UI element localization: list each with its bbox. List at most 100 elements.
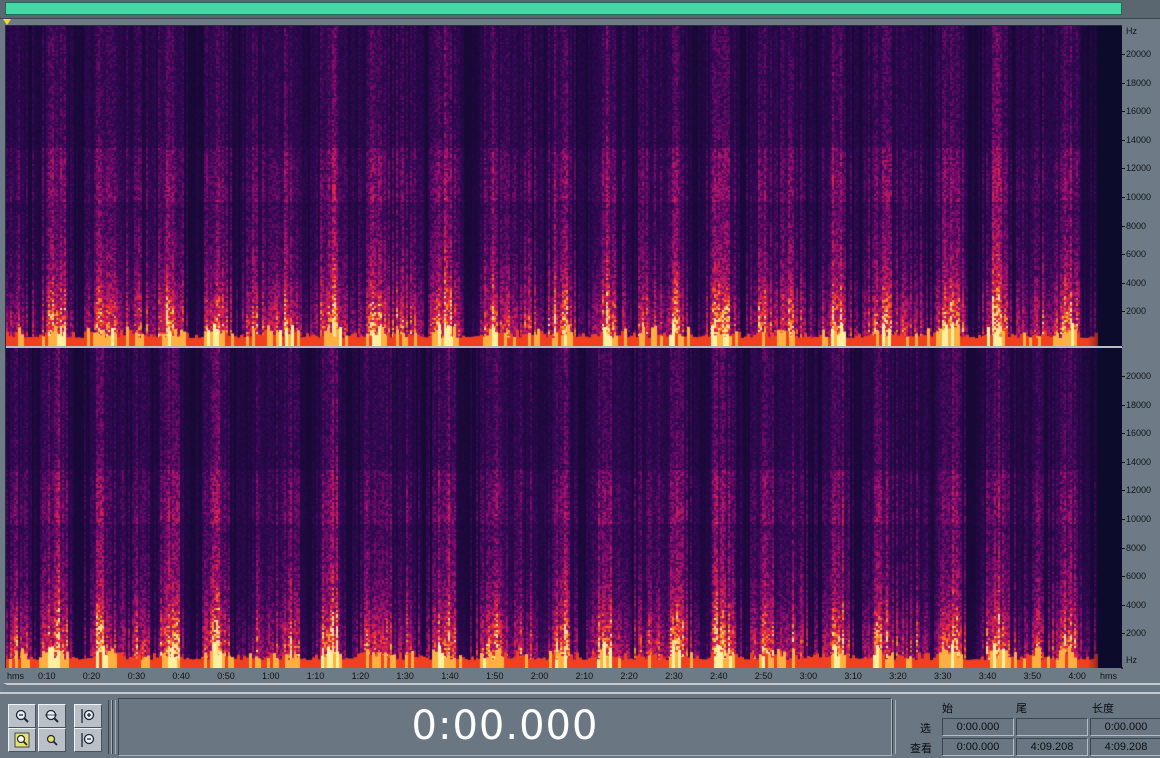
time-tick-label: 3:30 — [934, 671, 952, 681]
freq-tick-mark — [1122, 225, 1125, 227]
freq-tick-mark — [1122, 433, 1125, 435]
time-tick-label: 3:00 — [799, 671, 818, 681]
spectral-view[interactable] — [5, 25, 1123, 669]
time-tick-label: 1:40 — [441, 671, 459, 681]
freq-tick-label: 20000 — [1126, 371, 1152, 381]
current-time: 0:00.000 — [411, 703, 599, 749]
freq-tick-label: 4000 — [1126, 599, 1147, 610]
freq-tick-mark — [1122, 168, 1125, 170]
waveform-overview[interactable] — [0, 0, 1160, 19]
time-tick-label: 1:50 — [486, 671, 504, 681]
freq-tick-mark — [1122, 519, 1125, 520]
freq-tick-mark — [1122, 490, 1125, 492]
time-tick-label: 4:00 — [1068, 671, 1086, 681]
freq-tick-mark — [1122, 404, 1125, 406]
transport-panel: 0:00.000 始 尾 长度 选 0:00.000 0:00.000 查看 0… — [0, 692, 1160, 758]
freq-tick-mark — [1122, 282, 1125, 284]
freq-tick-mark — [1122, 82, 1125, 84]
zoom-left-icon[interactable] — [8, 728, 36, 752]
zoom-out-vertical-icon[interactable] — [74, 728, 102, 752]
time-tick-label: 3:40 — [978, 671, 997, 681]
freq-tick-mark — [1122, 197, 1125, 198]
time-tick-label: 0:20 — [82, 671, 101, 681]
time-tick-label: 2:10 — [575, 671, 594, 681]
freq-tick-label: 20000 — [1126, 49, 1152, 59]
freq-tick-mark — [1122, 311, 1125, 313]
time-tick-label: 2:20 — [620, 671, 638, 681]
freq-tick-mark — [1122, 376, 1125, 377]
time-tick-label: 0:30 — [127, 671, 146, 681]
toolbar-separator — [112, 700, 116, 754]
channel-right[interactable] — [6, 348, 1122, 668]
zoom-out-icon[interactable] — [8, 704, 36, 728]
time-tick-label: 0:40 — [172, 671, 190, 681]
freq-tick-label: 2000 — [1126, 306, 1147, 317]
freq-tick-mark — [1122, 547, 1125, 549]
channel-left[interactable] — [6, 26, 1122, 346]
time-tick-label: 2:50 — [754, 671, 773, 681]
selection-length-field[interactable]: 0:00.000 — [1090, 718, 1160, 736]
time-tick-label: 0:50 — [217, 671, 235, 681]
frequency-axis-left: Hz 20000 18000 16000 14000 12000 10000 8000 600… — [1122, 25, 1160, 346]
time-tick-label: 1:20 — [351, 671, 370, 681]
freq-tick-label: 8000 — [1126, 542, 1147, 553]
freq-tick-mark — [1122, 461, 1125, 463]
view-length-field[interactable]: 4:09.208 — [1090, 738, 1160, 756]
time-tick-label: 3:20 — [889, 671, 907, 681]
freq-tick-mark — [1122, 633, 1125, 635]
freq-tick-label: 14000 — [1126, 456, 1152, 467]
view-end-field[interactable]: 4:09.208 — [1016, 738, 1088, 756]
time-unit-left: hms — [7, 671, 25, 681]
freq-tick-mark — [1122, 576, 1125, 578]
time-tick-label: 2:30 — [665, 671, 683, 681]
freq-tick-mark — [1122, 254, 1125, 256]
freq-tick-label: 8000 — [1126, 220, 1147, 231]
freq-tick-label: 18000 — [1126, 77, 1152, 88]
freq-tick-label: 18000 — [1126, 399, 1152, 410]
overview-range-bar[interactable] — [5, 2, 1122, 15]
freq-tick-label: 16000 — [1126, 428, 1152, 439]
time-display: 0:00.000 — [118, 698, 892, 756]
time-tick-label: 2:00 — [530, 671, 549, 681]
freq-tick-mark — [1122, 139, 1125, 141]
header-start: 始 — [942, 703, 953, 715]
freq-tick-label: 14000 — [1126, 134, 1152, 145]
spectrogram-left[interactable] — [6, 26, 1122, 346]
header-length: 长度 — [1092, 703, 1114, 715]
time-tick-label: 1:30 — [396, 671, 414, 681]
freq-tick-label: 10000 — [1126, 192, 1152, 202]
zoom-full-icon[interactable] — [38, 704, 66, 728]
frequency-axis-right: Hz 20000 18000 16000 14000 12000 10000 8000 600… — [1122, 347, 1160, 667]
freq-tick-label: 4000 — [1126, 277, 1147, 288]
zoom-in-vertical-icon[interactable] — [74, 704, 102, 728]
selection-start-field[interactable]: 0:00.000 — [942, 718, 1014, 736]
time-ruler[interactable]: hms hms 0:10 0:20 0:30 0:40 0:50 1:00 1:10 1:20… — [5, 668, 1121, 684]
row-label-view: 查看 — [910, 743, 932, 755]
freq-tick-label: 6000 — [1126, 571, 1147, 582]
time-tick-label: 2:40 — [710, 671, 728, 681]
freq-tick-label: 6000 — [1126, 249, 1147, 260]
freq-tick-label: 12000 — [1126, 163, 1152, 174]
time-tick-label: 3:10 — [844, 671, 862, 681]
freq-unit-label: Hz — [1126, 26, 1137, 36]
freq-tick-mark — [1122, 604, 1125, 606]
toolbar-separator — [892, 700, 896, 754]
row-label-selection: 选 — [920, 723, 931, 735]
freq-tick-mark — [1122, 111, 1125, 113]
freq-tick-label: 16000 — [1126, 106, 1152, 117]
spectrogram-right[interactable] — [6, 348, 1122, 668]
selection-end-field[interactable] — [1016, 718, 1088, 736]
time-tick-label: 1:10 — [306, 671, 325, 681]
header-end: 尾 — [1016, 703, 1027, 715]
time-tick-label: 3:50 — [1023, 671, 1042, 681]
freq-tick-label: 10000 — [1126, 514, 1152, 524]
freq-tick-mark — [1122, 54, 1125, 55]
zoom-right-icon[interactable] — [38, 728, 66, 752]
view-start-field[interactable]: 0:00.000 — [942, 738, 1014, 756]
time-tick-label: 1:00 — [262, 671, 280, 681]
freq-tick-label: 12000 — [1126, 485, 1152, 496]
freq-unit-label: Hz — [1126, 655, 1137, 665]
freq-tick-label: 2000 — [1126, 628, 1147, 639]
time-tick-label: 0:10 — [38, 671, 56, 681]
selection-view-panel: 始 尾 长度 选 0:00.000 0:00.000 查看 0:00.000 4… — [898, 696, 1160, 758]
